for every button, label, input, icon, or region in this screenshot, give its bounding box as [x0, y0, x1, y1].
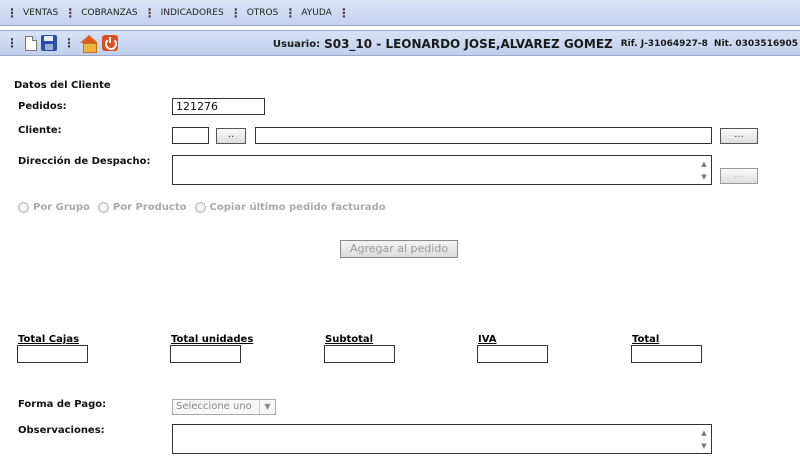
radio-copiar[interactable]	[194, 202, 206, 213]
menu-separator: ⋮	[284, 5, 296, 20]
menu-separator: ⋮	[6, 5, 18, 20]
total-label: Total	[632, 334, 660, 345]
toolbar-separator: ⋮	[63, 36, 75, 50]
menu-ventas[interactable]: VENTAS	[23, 8, 58, 18]
cliente-label: Cliente:	[18, 125, 62, 136]
total-unidades-field	[170, 345, 241, 363]
direccion-label: Dirección de Despacho:	[18, 156, 151, 167]
forma-pago-selected: Seleccione uno	[176, 401, 252, 412]
scroll-up-icon[interactable]: ▲	[699, 160, 709, 168]
usuario-name: S03_10 - LEONARDO JOSE,ALVAREZ GOMEZ	[324, 37, 613, 51]
observaciones-label: Observaciones:	[18, 425, 105, 436]
menu-ayuda[interactable]: AYUDA	[301, 8, 331, 18]
menu-otros[interactable]: OTROS	[247, 8, 279, 18]
menu-separator: ⋮	[64, 5, 76, 20]
radio-por-producto-label: Por Producto	[112, 202, 187, 213]
user-info: Usuario: S03_10 - LEONARDO JOSE,ALVAREZ …	[273, 31, 798, 57]
new-document-icon[interactable]	[25, 35, 37, 51]
radio-por-producto[interactable]	[97, 202, 109, 213]
chevron-down-icon[interactable]: ▼	[259, 400, 275, 414]
direccion-browse-button[interactable]: ...	[720, 168, 758, 184]
section-title: Datos del Cliente	[14, 80, 111, 91]
total-field	[631, 345, 702, 363]
observaciones-textarea[interactable]: ▲ ▼	[172, 424, 712, 454]
menu-indicadores[interactable]: INDICADORES	[161, 8, 224, 18]
menu-cobranzas[interactable]: COBRANZAS	[81, 8, 137, 18]
subtotal-label: Subtotal	[325, 334, 374, 345]
radio-por-grupo-label: Por Grupo	[33, 202, 90, 213]
order-mode-radios: Por Grupo Por Producto Copiar último ped…	[18, 202, 394, 213]
home-icon[interactable]	[80, 35, 98, 53]
toolbar-separator: ⋮	[6, 36, 18, 50]
radio-copiar-label: Copiar último pedido facturado	[209, 202, 386, 213]
subtotal-field	[324, 345, 395, 363]
menu-separator: ⋮	[337, 5, 350, 20]
save-icon[interactable]	[41, 35, 57, 51]
cliente-name-input[interactable]	[255, 127, 712, 144]
agregar-pedido-button[interactable]: Agregar al pedido	[340, 240, 458, 258]
nit-text: Nit. 0303516905	[713, 39, 798, 49]
total-cajas-field	[17, 345, 88, 363]
usuario-label: Usuario:	[272, 38, 321, 50]
total-unidades-label: Total unidades	[171, 334, 254, 345]
radio-por-grupo[interactable]	[18, 202, 29, 213]
menu-separator: ⋮	[143, 5, 156, 20]
pedidos-label: Pedidos:	[18, 101, 67, 112]
scroll-down-icon[interactable]: ▼	[699, 442, 709, 450]
cliente-code-input[interactable]	[172, 127, 209, 144]
iva-field	[477, 345, 548, 363]
forma-pago-label: Forma de Pago:	[18, 399, 107, 410]
cliente-browse-button[interactable]: ...	[720, 128, 758, 144]
pedidos-input[interactable]: 121276	[172, 98, 265, 115]
main-menubar: ⋮ VENTAS ⋮ COBRANZAS ⋮ INDICADORES ⋮ OTR…	[0, 0, 800, 26]
menu-separator: ⋮	[229, 5, 242, 20]
iva-label: IVA	[478, 334, 497, 345]
total-cajas-label: Total Cajas	[18, 334, 80, 345]
rif-text: Rif. J-31064927-8	[620, 39, 708, 49]
forma-pago-select[interactable]: Seleccione uno ▼	[172, 399, 276, 415]
scroll-down-icon[interactable]: ▼	[699, 173, 709, 181]
toolbar: ⋮ ⋮ Usuario: S03_10 - LEONARDO JOSE,ALVA…	[0, 30, 800, 56]
cliente-search-button[interactable]: ..	[216, 128, 246, 144]
exit-icon[interactable]	[102, 35, 118, 51]
scroll-up-icon[interactable]: ▲	[699, 429, 709, 437]
direccion-textarea[interactable]: ▲ ▼	[172, 155, 712, 185]
